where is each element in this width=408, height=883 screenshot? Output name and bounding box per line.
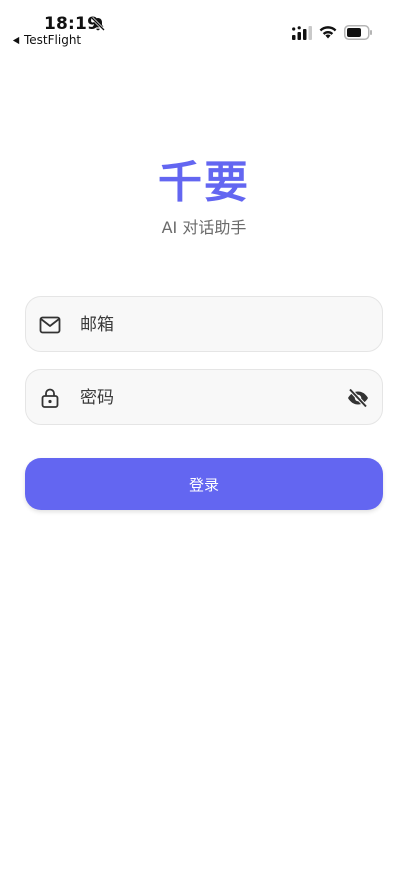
app-subtitle: AI 对话助手 bbox=[161, 218, 247, 237]
email-input[interactable] bbox=[78, 297, 342, 353]
back-caret-icon bbox=[12, 36, 20, 44]
app-title: 千要 bbox=[158, 157, 250, 208]
eye-off-icon[interactable] bbox=[346, 386, 370, 410]
cellular-signal-icon bbox=[292, 26, 312, 40]
lock-icon bbox=[41, 388, 59, 408]
back-to-app-link[interactable]: TestFlight bbox=[12, 33, 81, 47]
password-input[interactable] bbox=[78, 370, 342, 426]
status-bar: 18:19 TestFlight bbox=[0, 0, 408, 54]
wifi-icon bbox=[319, 26, 337, 39]
login-button[interactable]: 登录 bbox=[25, 458, 383, 510]
email-field[interactable] bbox=[25, 296, 383, 353]
back-app-label: TestFlight bbox=[24, 33, 82, 47]
bell-slash-icon bbox=[91, 17, 105, 31]
password-field[interactable] bbox=[25, 369, 383, 426]
mail-icon bbox=[39, 316, 61, 334]
battery-icon bbox=[344, 25, 372, 40]
